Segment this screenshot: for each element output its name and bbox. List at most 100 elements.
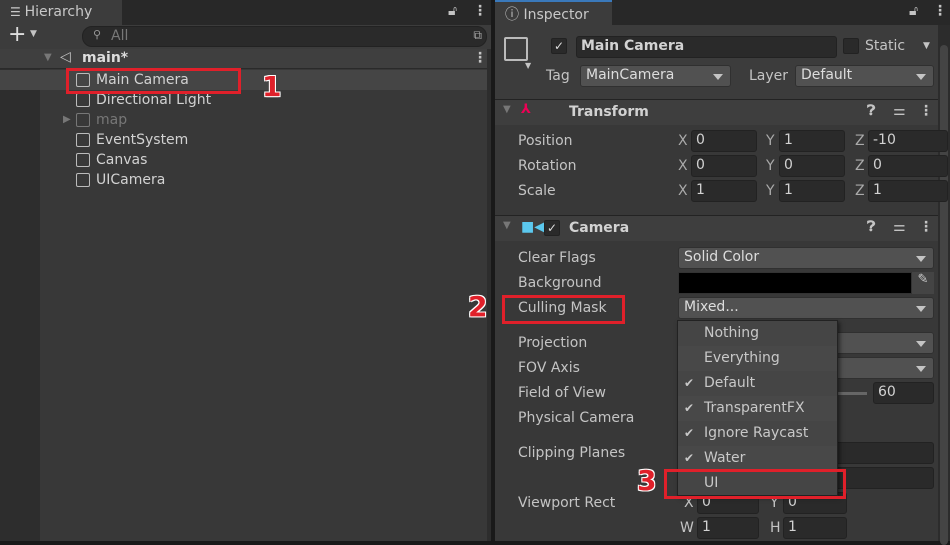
scrollbar[interactable] — [938, 25, 950, 545]
hierarchy-item-map[interactable]: ▶ map — [40, 110, 487, 130]
transform-x-input[interactable]: 1 — [691, 180, 757, 202]
fov-axis-label: FOV Axis — [518, 360, 580, 376]
more-icon[interactable]: ⋮ — [919, 103, 933, 119]
unity-scene-icon: ◁ — [60, 49, 71, 65]
help-icon[interactable]: ❓︎ — [867, 219, 875, 235]
menu-item-label: Nothing — [704, 325, 760, 341]
annotation-number: 2 — [468, 290, 488, 323]
axis-x-label: X — [678, 158, 688, 174]
transform-y-input[interactable]: 0 — [779, 155, 845, 177]
static-checkbox[interactable] — [843, 38, 859, 54]
transform-y-input[interactable]: 1 — [779, 180, 845, 202]
more-icon[interactable]: ⋮ — [473, 50, 487, 66]
menu-item[interactable]: Nothing — [678, 321, 837, 346]
more-icon[interactable]: ⋮ — [473, 3, 487, 19]
fov-input[interactable]: 60 — [873, 382, 934, 404]
background-label: Background — [518, 275, 602, 291]
menu-item-label: Everything — [704, 350, 780, 366]
gameobject-icon — [76, 93, 90, 107]
menu-item-label: Water — [704, 450, 746, 466]
hierarchy-item-uicamera[interactable]: UICamera — [40, 170, 487, 190]
axis-x-label: X — [678, 183, 688, 199]
culling-mask-dropdown[interactable]: Mixed... — [678, 297, 934, 319]
viewport-w-label: W — [680, 520, 694, 536]
transform-z-input[interactable]: -10 — [868, 130, 948, 152]
camera-header[interactable]: ▼ ■◀ ✓ Camera ❓︎ ⚌ ⋮ — [495, 215, 938, 241]
gameobject-icon — [76, 133, 90, 147]
background-color-field[interactable] — [678, 272, 912, 294]
scene-search-icon[interactable]: ⧉ — [473, 28, 482, 43]
transform-row-label: Position — [518, 133, 573, 149]
layer-dropdown[interactable]: Default — [795, 65, 934, 87]
viewport-h-input[interactable]: 1 — [783, 517, 847, 539]
search-icon: ⚲ — [93, 28, 102, 41]
add-icon[interactable]: + — [8, 22, 26, 47]
foldout-icon[interactable]: ▼ — [503, 220, 511, 231]
hierarchy-toolbar: + ▼ ⚲ All ⧉ — [0, 22, 491, 49]
list-icon: ☰ — [10, 5, 25, 19]
lock-icon[interactable]: 🔓︎ — [448, 3, 457, 19]
menu-item-label: TransparentFX — [704, 400, 805, 416]
transform-row-label: Rotation — [518, 158, 577, 174]
menu-item[interactable]: ✔ Water — [678, 446, 837, 471]
transform-x-input[interactable]: 0 — [691, 130, 757, 152]
expand-icon[interactable]: ▶ — [63, 110, 71, 130]
component-title: Transform — [569, 104, 649, 120]
gameobject-icon — [76, 153, 90, 167]
hierarchy-item-canvas[interactable]: Canvas — [40, 150, 487, 170]
tab-inspector[interactable]: ⓘ Inspector — [495, 0, 612, 25]
hierarchy-item-eventsystem[interactable]: EventSystem — [40, 130, 487, 150]
static-dropdown-icon[interactable]: ▼ — [923, 41, 930, 51]
clear-flags-dropdown[interactable]: Solid Color — [678, 247, 934, 269]
transform-z-input[interactable]: 0 — [868, 155, 948, 177]
item-label: EventSystem — [96, 132, 189, 148]
viewport-rect-label: Viewport Rect — [518, 495, 616, 511]
menu-item[interactable]: ✔ Default — [678, 371, 837, 396]
chevron-down-icon — [713, 74, 723, 80]
annotation-number: 1 — [262, 70, 282, 103]
eyedropper-icon[interactable]: ✎ — [912, 272, 934, 294]
viewport-w-input[interactable]: 1 — [697, 517, 759, 539]
chevron-down-icon — [916, 256, 926, 262]
more-icon[interactable]: ⋮ — [933, 3, 947, 19]
axis-y-label: Y — [766, 133, 775, 149]
item-label: UICamera — [96, 172, 166, 188]
culling-mask-value: Mixed... — [684, 299, 739, 315]
menu-item[interactable]: ✔ TransparentFX — [678, 396, 837, 421]
transform-x-input[interactable]: 0 — [691, 155, 757, 177]
transform-z-input[interactable]: 1 — [868, 180, 948, 202]
scene-row[interactable]: ▼ ◁ main* ⋮ — [0, 49, 487, 69]
transform-y-input[interactable]: 1 — [779, 130, 845, 152]
object-name-input[interactable]: Main Camera — [576, 36, 837, 58]
object-header: ▼ ✓ Main Camera Static ▼ Tag MainCamera … — [495, 25, 938, 99]
axis-z-label: Z — [855, 158, 865, 174]
presets-icon[interactable]: ⚌ — [893, 219, 906, 235]
lock-icon[interactable]: 🔓︎ — [909, 3, 918, 19]
tab-label: Hierarchy — [24, 4, 93, 20]
expand-icon[interactable]: ▼ — [44, 52, 52, 63]
more-icon[interactable]: ⋮ — [919, 219, 933, 235]
chevron-down-icon[interactable]: ▼ — [525, 61, 531, 70]
menu-item[interactable]: ✔ Ignore Raycast — [678, 421, 837, 446]
highlight-box-culling-mask — [502, 295, 625, 324]
menu-item[interactable]: Everything — [678, 346, 837, 371]
chevron-down-icon[interactable]: ▼ — [30, 29, 37, 39]
foldout-icon[interactable]: ▼ — [503, 104, 511, 115]
tag-value: MainCamera — [586, 67, 675, 83]
chevron-down-icon — [916, 306, 926, 312]
camera-icon: ■◀ — [521, 219, 545, 235]
transform-header[interactable]: ▼ ⅄ Transform ❓︎ ⚌ ⋮ — [495, 99, 938, 125]
fov-slider-track[interactable] — [835, 392, 867, 395]
camera-enabled-checkbox[interactable]: ✓ — [544, 220, 560, 236]
chevron-down-icon — [916, 341, 926, 347]
help-icon[interactable]: ❓︎ — [867, 103, 875, 119]
active-checkbox[interactable]: ✓ — [551, 38, 567, 54]
highlight-box-main-camera — [66, 68, 241, 94]
search-input[interactable]: ⚲ All ⧉ — [82, 26, 487, 47]
axis-z-label: Z — [855, 183, 865, 199]
tag-dropdown[interactable]: MainCamera — [580, 65, 731, 87]
item-label: Directional Light — [96, 92, 212, 108]
menu-item-label: Default — [704, 375, 756, 391]
presets-icon[interactable]: ⚌ — [893, 103, 906, 119]
clear-flags-value: Solid Color — [684, 249, 760, 265]
